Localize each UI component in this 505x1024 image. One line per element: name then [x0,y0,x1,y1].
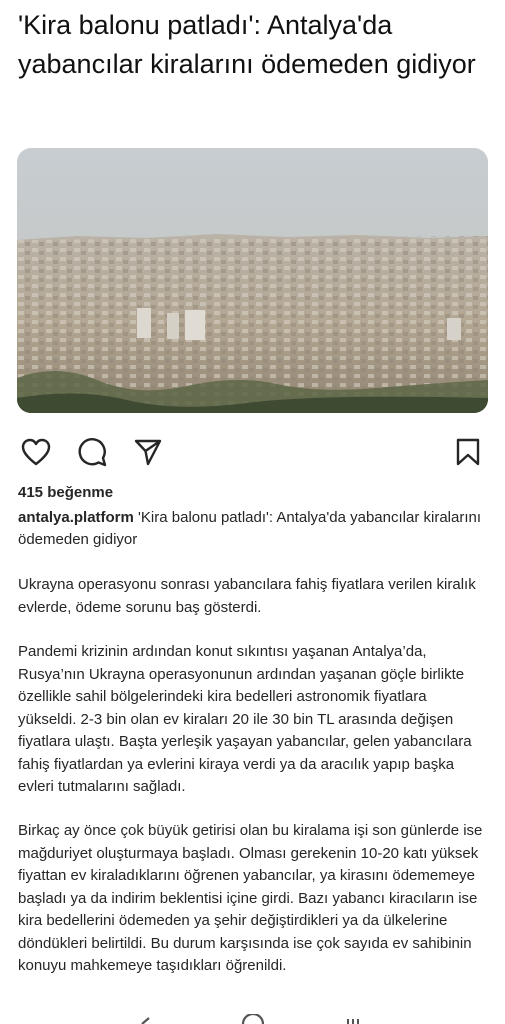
share-button[interactable] [130,432,166,472]
save-button[interactable] [450,432,486,472]
post-action-bar [0,432,505,476]
like-button[interactable] [18,432,54,472]
heart-icon [21,438,51,466]
comment-button[interactable] [74,432,110,472]
post-photo[interactable] [17,148,488,413]
body-paragraph-2: Pandemi krizinin ardından konut sıkıntıs… [18,643,472,795]
system-nav-bar [0,1008,505,1024]
post-headline: 'Kira balonu patladı': Antalya'da yabanc… [18,10,476,79]
send-icon [134,439,162,466]
like-count[interactable]: 415 beğenme [18,484,113,501]
bookmark-icon [456,438,480,466]
post-caption: antalya.platform 'Kira balonu patladı': … [18,507,488,551]
body-paragraph-1: Ukrayna operasyonu sonrası yabancılara f… [18,576,476,616]
home-icon[interactable] [241,1014,265,1024]
comment-icon [78,438,107,467]
recents-icon[interactable] [346,1016,364,1024]
city-image [17,148,488,413]
back-icon[interactable] [140,1016,154,1024]
caption-username[interactable]: antalya.platform [18,509,134,526]
body-paragraph-3: Birkaç ay önce çok büyük getirisi olan b… [18,822,483,974]
